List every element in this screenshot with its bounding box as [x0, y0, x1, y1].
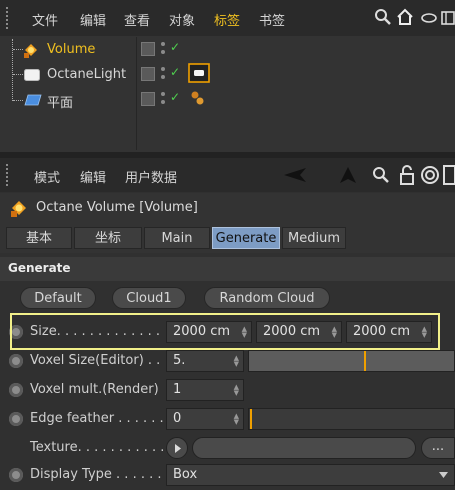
object-list: Volume OctaneLight 平面 ✓ ✓ ✓ — [0, 37, 455, 150]
visibility-dots-icon[interactable] — [160, 66, 166, 80]
attribute-tabs: 基本 坐标 Main Generate Medium — [0, 223, 455, 253]
visibility-dots-icon[interactable] — [160, 41, 166, 55]
octane-light-icon — [24, 69, 40, 81]
param-label: Voxel Size(Editor) . . — [30, 353, 161, 368]
texture-slot[interactable] — [192, 437, 416, 459]
param-label: Edge feather . . . . . . — [30, 411, 164, 426]
spinner-icon[interactable]: ▲ ▼ — [234, 384, 239, 397]
object-flags: ✓ ✓ ✓ — [136, 37, 186, 150]
animate-radio[interactable] — [9, 354, 23, 368]
octane-volume-icon — [24, 44, 37, 58]
param-label: Display Type . . . . . . — [30, 467, 162, 482]
voxel-size-slider[interactable] — [248, 350, 455, 372]
lock-icon[interactable] — [398, 164, 416, 186]
object-tags — [185, 37, 455, 150]
highlight-frame — [10, 313, 440, 350]
animate-radio[interactable] — [9, 412, 23, 426]
menu-edit[interactable]: 编辑 — [80, 167, 106, 186]
menu-mode[interactable]: 模式 — [34, 167, 60, 186]
enabled-check-icon[interactable]: ✓ — [170, 65, 180, 79]
object-title-bar: Octane Volume [Volume] — [0, 193, 455, 223]
object-name: OctaneLight — [47, 67, 127, 82]
field-value: 0 — [173, 411, 182, 426]
object-name: Volume — [47, 42, 96, 57]
view-icon[interactable] — [420, 7, 438, 27]
param-edge-feather: Edge feather . . . . . . 0 ▲ ▼ — [0, 405, 455, 434]
chevron-down-icon — [439, 472, 448, 478]
slider-handle[interactable] — [250, 409, 252, 429]
default-preset-button[interactable]: Default — [20, 287, 96, 309]
display-type-select[interactable]: Box — [166, 464, 455, 486]
field-value: 1 — [173, 382, 182, 397]
animate-radio[interactable] — [9, 468, 23, 482]
object-row-plane[interactable]: 平面 — [22, 89, 134, 111]
object-row-volume[interactable]: Volume — [22, 39, 134, 61]
param-texture: Texture. . . . . . . . . . . ... — [0, 434, 455, 463]
layer-box[interactable] — [141, 42, 155, 56]
field-value: 5. — [173, 353, 186, 368]
play-arrow-icon — [175, 444, 181, 453]
octane-light-tag-icon[interactable] — [188, 63, 210, 83]
field-value: Box — [173, 467, 198, 482]
object-manager: 文件 编辑 查看 对象 标签 书签 Volume OctaneLight 平面 … — [0, 0, 455, 152]
param-voxel-size: Voxel Size(Editor) . . 5. ▲ ▼ — [0, 347, 455, 376]
tab-medium[interactable]: Medium — [282, 227, 346, 249]
edge-feather-slider[interactable] — [248, 408, 455, 430]
octane-volume-icon — [11, 201, 26, 217]
tab-basic[interactable]: 基本 — [6, 227, 72, 249]
panel-grip-icon[interactable] — [6, 164, 11, 186]
search-icon[interactable] — [372, 165, 390, 185]
layout-icon[interactable] — [440, 7, 455, 27]
object-row-octanelight[interactable]: OctaneLight — [22, 64, 134, 86]
texture-browse-button[interactable]: ... — [421, 437, 455, 459]
panel-grip-icon[interactable] — [6, 7, 11, 29]
cursor-arrow-icon[interactable] — [338, 165, 358, 185]
enabled-check-icon[interactable]: ✓ — [170, 90, 180, 104]
material-tag-icon[interactable] — [189, 89, 207, 107]
texture-expand-button[interactable] — [166, 437, 188, 459]
random-cloud-preset-button[interactable]: Random Cloud — [204, 287, 330, 309]
menu-tags[interactable]: 标签 — [214, 10, 240, 29]
object-manager-menubar: 文件 编辑 查看 对象 标签 书签 — [0, 0, 455, 36]
spinner-icon[interactable]: ▲ ▼ — [234, 413, 239, 426]
layer-box[interactable] — [141, 67, 155, 81]
menu-user-data[interactable]: 用户数据 — [125, 167, 177, 186]
voxel-mult-input[interactable]: 1 ▲ ▼ — [166, 379, 244, 401]
section-title: Generate — [8, 261, 71, 275]
animate-radio[interactable] — [9, 383, 23, 397]
edge-feather-input[interactable]: 0 ▲ ▼ — [166, 408, 244, 430]
attribute-manager-menubar: 模式 编辑 用户数据 — [0, 158, 455, 192]
tab-main[interactable]: Main — [144, 227, 210, 249]
menu-edit[interactable]: 编辑 — [80, 10, 106, 29]
menu-view[interactable]: 查看 — [124, 10, 150, 29]
tab-coord[interactable]: 坐标 — [74, 227, 142, 249]
target-icon[interactable] — [420, 165, 440, 185]
layer-box[interactable] — [141, 92, 155, 106]
voxel-size-input[interactable]: 5. ▲ ▼ — [166, 350, 244, 372]
param-voxel-mult: Voxel mult.(Render) 1 ▲ ▼ — [0, 376, 455, 405]
menu-bookmarks[interactable]: 书签 — [259, 10, 285, 29]
menu-object[interactable]: 对象 — [169, 10, 195, 29]
cloud1-preset-button[interactable]: Cloud1 — [112, 287, 186, 309]
plane-icon — [24, 94, 42, 106]
tab-generate[interactable]: Generate — [212, 227, 280, 249]
expand-icon[interactable] — [443, 164, 455, 186]
param-display-type: Display Type . . . . . . Box — [0, 461, 455, 490]
back-arrow-icon[interactable] — [282, 166, 308, 184]
menu-file[interactable]: 文件 — [32, 10, 58, 29]
param-label: Texture. . . . . . . . . . . — [30, 440, 165, 455]
object-name: 平面 — [47, 96, 74, 111]
param-label: Voxel mult.(Render) — [30, 382, 159, 397]
visibility-dots-icon[interactable] — [160, 91, 166, 105]
object-title: Octane Volume [Volume] — [36, 200, 198, 215]
section-header: Generate — [0, 257, 455, 281]
object-tree: Volume OctaneLight 平面 — [0, 37, 136, 150]
slider-handle[interactable] — [364, 351, 366, 371]
spinner-icon[interactable]: ▲ ▼ — [234, 355, 239, 368]
home-icon[interactable] — [396, 7, 414, 27]
search-icon[interactable] — [374, 7, 392, 27]
enabled-check-icon[interactable]: ✓ — [170, 40, 180, 54]
